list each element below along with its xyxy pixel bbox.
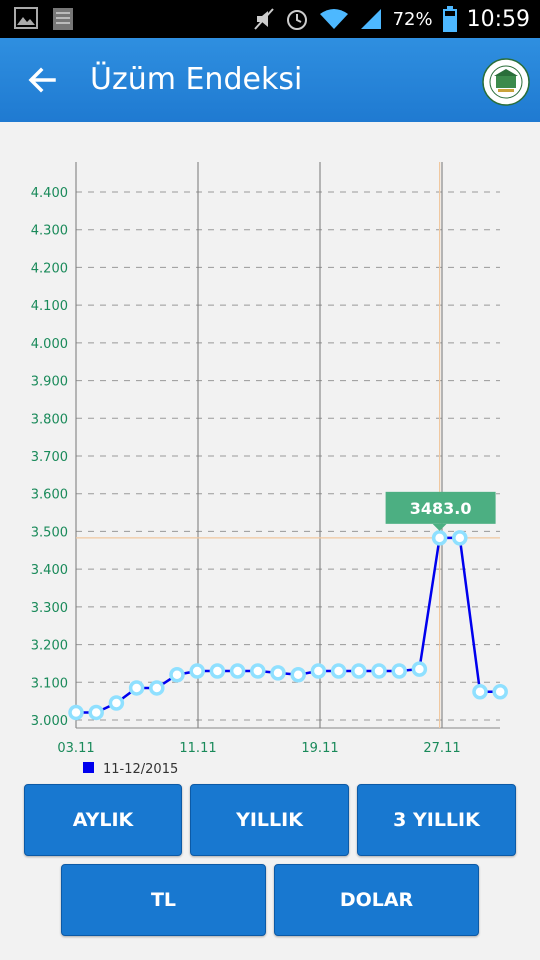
image-icon xyxy=(14,7,38,29)
x-tick-label: 03.11 xyxy=(57,741,94,756)
y-tick-label: 3.900 xyxy=(31,375,68,390)
data-point xyxy=(189,663,205,679)
y-tick-label: 3.000 xyxy=(31,714,68,729)
y-tick-label: 3.400 xyxy=(31,563,68,578)
page-title: Üzüm Endeksi xyxy=(90,62,303,97)
x-tick-label: 19.11 xyxy=(301,741,338,756)
chart-area: 3.000 3.100 3.200 3.300 3.400 3.500 3.600 3.700… xyxy=(0,122,540,780)
monthly-button[interactable]: AYLIK xyxy=(24,784,182,856)
data-point xyxy=(391,663,407,679)
line-chart: 3.000 3.100 3.200 3.300 3.400 3.500 3.600 3.700… xyxy=(31,162,508,777)
x-tick-label: 11.11 xyxy=(179,741,216,756)
y-tick-label: 4.000 xyxy=(31,337,68,352)
y-tick-label: 3.600 xyxy=(31,488,68,503)
data-point xyxy=(310,663,327,679)
data-point xyxy=(330,663,347,679)
data-point xyxy=(68,704,84,721)
dollar-button[interactable]: DOLAR xyxy=(274,864,479,936)
arrow-left-icon[interactable] xyxy=(26,64,58,96)
y-tick-label: 3.500 xyxy=(31,525,68,540)
data-point xyxy=(149,680,165,696)
data-point xyxy=(270,665,286,681)
data-point xyxy=(250,663,266,679)
yearly-button[interactable]: YILLIK xyxy=(190,784,349,856)
alarm-icon xyxy=(286,10,307,30)
signal-icon xyxy=(360,9,381,29)
storage-icon xyxy=(53,8,73,30)
data-point xyxy=(452,530,468,546)
data-point xyxy=(411,661,428,677)
data-point xyxy=(371,663,387,679)
legend-label: 11-12/2015 xyxy=(103,762,178,777)
data-point xyxy=(88,704,104,721)
plot-area xyxy=(76,162,500,720)
data-point xyxy=(351,663,367,679)
data-point xyxy=(290,666,306,683)
data-point xyxy=(108,695,125,711)
data-point xyxy=(229,663,246,679)
battery-icon xyxy=(442,6,457,32)
legend-swatch xyxy=(83,762,94,773)
data-point xyxy=(472,683,488,700)
data-point xyxy=(431,530,448,546)
app-bar: Üzüm Endeksi xyxy=(0,38,540,122)
data-point xyxy=(128,680,145,696)
y-tick-label: 3.100 xyxy=(31,676,68,691)
data-point xyxy=(169,666,185,683)
y-tick-label: 4.100 xyxy=(31,299,68,314)
mute-icon xyxy=(253,8,274,30)
chamber-logo-icon xyxy=(482,58,530,106)
x-tick-label: 27.11 xyxy=(423,741,460,756)
clock: 10:59 xyxy=(466,6,530,32)
y-tick-label: 4.300 xyxy=(31,224,68,239)
data-point xyxy=(492,683,508,700)
y-tick-label: 4.400 xyxy=(31,186,68,201)
y-tick-label: 3.700 xyxy=(31,450,68,465)
status-bar: 72% 10:59 xyxy=(0,0,540,38)
wifi-icon xyxy=(319,9,348,29)
three-year-button[interactable]: 3 YILLIK xyxy=(357,784,516,856)
data-point xyxy=(209,663,226,679)
tl-button[interactable]: TL xyxy=(61,864,266,936)
y-tick-label: 4.200 xyxy=(31,261,68,276)
battery-percent: 72% xyxy=(392,8,433,30)
y-tick-label: 3.800 xyxy=(31,412,68,427)
tooltip-label: 3483.0 xyxy=(410,499,472,518)
y-tick-label: 3.300 xyxy=(31,601,68,616)
y-tick-label: 3.200 xyxy=(31,639,68,654)
